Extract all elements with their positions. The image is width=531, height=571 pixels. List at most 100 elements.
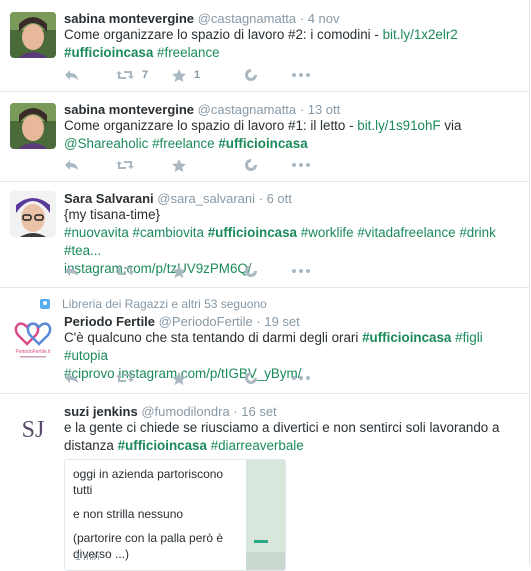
card-line: e non strilla nessuno — [73, 507, 184, 521]
hashtag[interactable]: #diarreaverbale — [211, 438, 304, 453]
more-button[interactable] — [292, 369, 310, 387]
hashtag[interactable]: #figli — [455, 330, 483, 345]
retweet-button[interactable]: 7 — [116, 66, 148, 84]
follow-context: Libreria dei Ragazzi e altri 53 seguono — [40, 297, 267, 311]
timestamp[interactable]: 13 ott — [308, 102, 341, 117]
tweet-text: Come organizzare lo spazio di lavoro #2:… — [64, 26, 519, 62]
tweet[interactable]: sabina montevergine @castagnamatta · 4 n… — [0, 0, 529, 92]
separator: · — [255, 191, 267, 206]
retweet-icon — [116, 374, 134, 382]
timestamp[interactable]: 6 ott — [267, 191, 292, 206]
avatar[interactable]: PeriodoFertile.it — [10, 315, 56, 361]
hashtag[interactable]: #nuovavita — [64, 225, 129, 240]
favorite-button[interactable] — [172, 262, 186, 280]
more-icon — [292, 163, 310, 167]
hashtag[interactable]: #drink — [459, 225, 495, 240]
card-line: oggi in azienda partoriscono tutti — [73, 467, 224, 497]
follow-context-text[interactable]: Libreria dei Ragazzi e altri 53 seguono — [62, 297, 267, 311]
user-name[interactable]: Sara Salvarani — [64, 191, 154, 206]
star-icon — [172, 158, 186, 172]
user-handle[interactable]: @castagnamatta — [198, 11, 296, 26]
vine-icon — [245, 372, 257, 384]
tweet[interactable]: Sara Salvarani @sara_salvarani · 6 ott {… — [0, 181, 529, 288]
reply-button[interactable] — [64, 66, 79, 84]
separator: · — [229, 404, 242, 419]
tweet-text-plain: Come organizzare lo spazio di lavoro #1:… — [64, 118, 358, 133]
retweet-button[interactable] — [116, 156, 134, 174]
avatar[interactable] — [10, 103, 56, 149]
vine-button[interactable] — [244, 262, 258, 280]
retweet-icon — [116, 161, 134, 169]
tweet-text-plain: Come organizzare lo spazio di lavoro #2:… — [64, 27, 383, 42]
favorite-button[interactable] — [172, 156, 186, 174]
retweet-button[interactable] — [116, 262, 134, 280]
reply-button[interactable] — [64, 369, 79, 387]
mention[interactable]: @Shareaholic — [64, 136, 148, 151]
user-name[interactable]: Periodo Fertile — [64, 314, 155, 329]
avatar[interactable] — [10, 12, 56, 58]
reply-icon — [65, 160, 78, 170]
tweet-header: Periodo Fertile @PeriodoFertile · 19 set — [64, 314, 300, 329]
tweet[interactable]: SJ suzi jenkins @fumodilondra · 16 set e… — [0, 393, 529, 571]
reply-button[interactable] — [64, 262, 79, 280]
hashtag[interactable]: #ufficioincasa — [208, 225, 297, 240]
timestamp[interactable]: 19 set — [264, 314, 299, 329]
more-button[interactable] — [292, 156, 310, 174]
vine-button[interactable] — [244, 156, 258, 174]
timestamp[interactable]: 4 nov — [308, 11, 340, 26]
tweet-link[interactable]: bit.ly/1x2elr2 — [383, 27, 458, 42]
timestamp[interactable]: 16 set — [241, 404, 276, 419]
media-card[interactable]: oggi in azienda partoriscono tutti e non… — [64, 459, 286, 571]
tweet-actions — [64, 369, 334, 387]
tweet-header: sabina montevergine @castagnamatta · 4 n… — [64, 11, 340, 26]
tweet[interactable]: Libreria dei Ragazzi e altri 53 seguono … — [0, 287, 529, 394]
vine-icon — [245, 159, 257, 171]
vine-button[interactable] — [244, 369, 258, 387]
favorite-button[interactable] — [172, 369, 186, 387]
reply-icon — [65, 373, 78, 383]
hashtag[interactable]: #freelance — [157, 45, 220, 60]
tweet-header: suzi jenkins @fumodilondra · 16 set — [64, 404, 277, 419]
reply-icon — [65, 70, 78, 80]
hashtag[interactable]: #cambiovita — [133, 225, 204, 240]
svg-text:SJ: SJ — [22, 417, 45, 443]
hashtag[interactable]: #ufficioincasa — [218, 136, 307, 151]
hashtag[interactable]: #utopia — [64, 348, 108, 363]
user-name[interactable]: sabina montevergine — [64, 102, 194, 117]
tweet-actions — [64, 156, 334, 174]
hashtag[interactable]: #vitadafreelance — [357, 225, 455, 240]
svg-text:PeriodoFertile.it: PeriodoFertile.it — [15, 349, 51, 355]
avatar[interactable]: SJ — [10, 405, 56, 451]
retweet-button[interactable] — [116, 369, 134, 387]
timeline: sabina montevergine @castagnamatta · 4 n… — [0, 0, 530, 571]
card-timestamp: 1 min — [75, 552, 100, 563]
user-name[interactable]: suzi jenkins — [64, 404, 138, 419]
retweet-count: 7 — [142, 69, 149, 81]
tweet[interactable]: sabina montevergine @castagnamatta · 13 … — [0, 91, 529, 182]
tweet-text-plain: C'è qualcuno che sta tentando di darmi d… — [64, 330, 363, 345]
tweet-actions: 7 1 — [64, 66, 334, 84]
favorite-button[interactable]: 1 — [172, 66, 200, 84]
user-handle[interactable]: @fumodilondra — [141, 404, 229, 419]
user-handle[interactable]: @sara_salvarani — [157, 191, 255, 206]
avatar[interactable] — [10, 191, 56, 237]
retweet-icon — [116, 267, 134, 275]
user-handle[interactable]: @PeriodoFertile — [159, 314, 253, 329]
more-button[interactable] — [292, 66, 310, 84]
user-handle[interactable]: @castagnamatta — [198, 102, 296, 117]
user-name[interactable]: sabina montevergine — [64, 11, 194, 26]
tweet-text: e la gente ci chiede se riusciamo a dive… — [64, 419, 519, 455]
hashtag[interactable]: #ufficioincasa — [64, 45, 153, 60]
retweet-icon — [116, 71, 134, 79]
vine-button[interactable] — [244, 66, 258, 84]
hashtag[interactable]: #tea... — [64, 243, 101, 258]
more-icon — [292, 73, 310, 77]
hashtag[interactable]: #freelance — [152, 136, 215, 151]
tweet-link[interactable]: bit.ly/1s91ohF — [357, 118, 440, 133]
star-icon — [172, 68, 186, 82]
hashtag[interactable]: #worklife — [301, 225, 354, 240]
more-button[interactable] — [292, 262, 310, 280]
reply-button[interactable] — [64, 156, 79, 174]
hashtag[interactable]: #ufficioincasa — [362, 330, 451, 345]
hashtag[interactable]: #ufficioincasa — [118, 438, 207, 453]
